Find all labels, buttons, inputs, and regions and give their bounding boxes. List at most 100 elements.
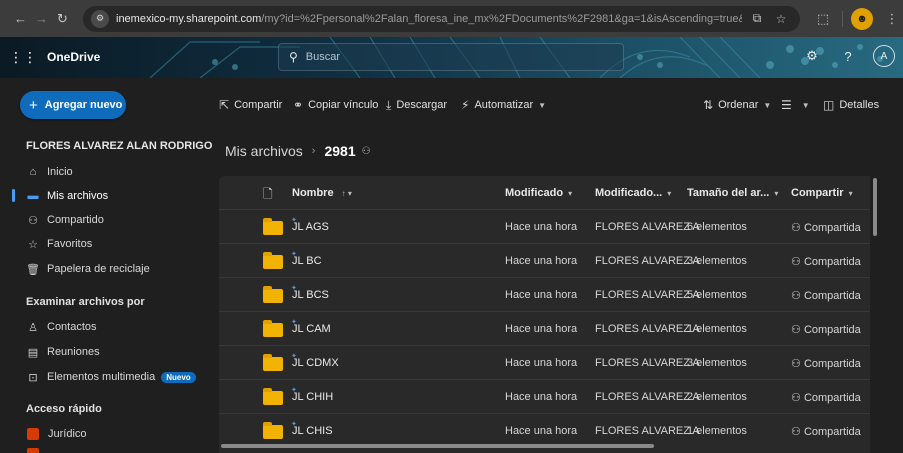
automate-icon: ⚡ (461, 98, 470, 112)
breadcrumb-root[interactable]: Mis archivos (225, 143, 303, 159)
install-app-icon[interactable]: ⧉ (748, 11, 766, 26)
extensions-icon[interactable]: ⬚ (812, 8, 834, 30)
site-info-icon[interactable]: ⚙ (91, 9, 109, 28)
chevron-down-icon: ▾ (667, 189, 672, 198)
reload-icon[interactable]: ↻ (52, 8, 73, 30)
shared-people-icon: ⚇ (361, 145, 371, 157)
column-header-modified-by[interactable]: Modificado... ▾ (595, 187, 671, 199)
left-navigation: + Agregar nuevo FLORES ALVAREZ ALAN RODR… (0, 78, 212, 453)
settings-gear-icon[interactable]: ⚙ (801, 45, 823, 67)
table-row[interactable]: ✦ JL BCS Hace una hora FLORES ALVAREZ A … (219, 278, 870, 312)
address-bar[interactable]: ⚙ inemexico-my.sharepoint.com/my?id=%2Fp… (83, 5, 800, 32)
size-cell: 1 elementos (687, 323, 747, 335)
forward-icon[interactable]: → (31, 8, 52, 30)
chevron-down-icon: ▼ (538, 100, 547, 110)
column-header-name[interactable]: Nombre ↑ ▾ (292, 187, 352, 199)
column-label: Modificado (505, 187, 564, 199)
size-cell: 5 elementos (687, 289, 747, 301)
file-name[interactable]: JL BC (292, 255, 322, 267)
modified-by-cell: FLORES ALVAREZ A (595, 255, 700, 267)
column-header-modified[interactable]: Modificado ▾ (505, 187, 572, 199)
shared-people-icon: ⚇ (791, 324, 801, 336)
meeting-icon: ▤ (27, 346, 39, 359)
vertical-scroll-thumb[interactable] (873, 178, 877, 236)
table-row[interactable]: ✦ JL BC Hace una hora FLORES ALVAREZ A 3… (219, 244, 870, 278)
brand-name[interactable]: OneDrive (47, 50, 100, 64)
table-row[interactable]: ✦ JL CDMX Hace una hora FLORES ALVAREZ A… (219, 346, 870, 380)
table-row[interactable]: ✦ JL AGS Hace una hora FLORES ALVAREZ A … (219, 210, 870, 244)
file-name[interactable]: JL CDMX (292, 357, 339, 369)
sharing-label: Compartida (803, 426, 861, 438)
search-box[interactable]: ⚲ (278, 43, 624, 71)
add-new-button[interactable]: + Agregar nuevo (20, 91, 126, 119)
sharing-cell: ⚇ Compartida (791, 255, 861, 268)
table-row[interactable]: ✦ JL CHIS Hace una hora FLORES ALVAREZ A… (219, 414, 870, 448)
section-browse-by: Examinar archivos por (26, 296, 145, 308)
browser-menu-icon[interactable]: ⋮ (881, 8, 903, 30)
chevron-down-icon: ▾ (568, 189, 573, 198)
file-name[interactable]: JL CAM (292, 323, 331, 335)
automate-button[interactable]: ⚡ Automatizar ▼ (461, 98, 546, 112)
details-pane-icon: ◫ (823, 98, 835, 112)
sidebar-item-label: Mis archivos (47, 190, 109, 202)
breadcrumb: Mis archivos › 2981 ⚇ (225, 143, 371, 159)
details-button[interactable]: ◫ Detalles (823, 98, 879, 112)
sidebar-item-contactos[interactable]: ♙ Contactos (26, 317, 96, 337)
copy-link-button[interactable]: ⚭ Copiar vínculo (293, 98, 378, 112)
sidebar-item-mis-archivos[interactable]: ▬ Mis archivos (26, 186, 109, 206)
modified-by-cell: FLORES ALVAREZ A (595, 221, 700, 233)
sort-button[interactable]: ⇅ Ordenar ▼ (703, 98, 771, 112)
account-name: FLORES ALVAREZ ALAN RODRIGO (26, 140, 213, 152)
people-icon: ⚇ (28, 214, 38, 227)
sidebar-item-multimedia[interactable]: ⊡ Elementos multimedia Nuevo (26, 367, 196, 387)
column-header-sharing[interactable]: Compartir ▾ (791, 187, 853, 199)
modified-cell: Hace una hora (505, 289, 578, 301)
share-label: Compartir (234, 99, 283, 111)
file-name[interactable]: JL AGS (292, 221, 329, 233)
sharing-label: Compartida (803, 256, 861, 268)
user-avatar[interactable]: A (873, 45, 895, 67)
download-button[interactable]: ⤓ Descargar (386, 98, 447, 112)
sidebar-item-label: Compartido (47, 214, 104, 226)
table-row[interactable]: ✦ JL CAM Hace una hora FLORES ALVAREZ A … (219, 312, 870, 346)
back-icon[interactable]: ← (10, 8, 31, 30)
folder-icon (263, 422, 283, 439)
view-options-button[interactable]: ☰ ▼ (781, 98, 810, 112)
folder-icon (263, 218, 283, 235)
sidebar-item-papelera[interactable]: 🗑︎ Papelera de reciclaje (26, 259, 150, 279)
sidebar-item-juridico[interactable]: Jurídico (26, 424, 87, 444)
sharing-label: Compartida (803, 358, 861, 370)
browser-toolbar: ← → ↻ ⚙ inemexico-my.sharepoint.com/my?i… (0, 0, 903, 37)
file-name[interactable]: JL CHIS (292, 425, 333, 437)
sharing-cell: ⚇ Compartida (791, 221, 861, 234)
sharing-cell: ⚇ Compartida (791, 425, 861, 438)
app-launcher-icon[interactable]: ⋮⋮ (9, 48, 37, 66)
command-bar: ⇱ Compartir ⚭ Copiar vínculo ⤓ Descargar… (205, 78, 903, 130)
table-row[interactable]: ✦ JL CHIH Hace una hora FLORES ALVAREZ A… (219, 380, 870, 414)
modified-cell: Hace una hora (505, 391, 578, 403)
link-icon: ⚭ (293, 98, 304, 112)
url-text[interactable]: inemexico-my.sharepoint.com/my?id=%2Fper… (116, 13, 742, 25)
bookmark-star-icon[interactable]: ☆ (772, 12, 790, 26)
help-icon[interactable]: ? (837, 45, 859, 67)
share-button[interactable]: ⇱ Compartir (219, 98, 282, 112)
sidebar-item-inicio[interactable]: ⌂ Inicio (26, 162, 73, 182)
search-input[interactable] (305, 51, 606, 63)
file-type-icon[interactable]: 🗋 (263, 185, 273, 206)
sidebar-item-favoritos[interactable]: ☆ Favoritos (26, 234, 92, 254)
sidebar-item-reuniones[interactable]: ▤ Reuniones (26, 342, 100, 362)
sort-ascending-icon: ↑ ▾ (341, 189, 352, 198)
chevron-right-icon: › (311, 145, 316, 157)
folder-icon (263, 320, 283, 337)
file-name[interactable]: JL CHIH (292, 391, 333, 403)
browser-profile-icon[interactable]: ☻ (851, 7, 873, 30)
sidebar-item-label: Elementos multimedia (47, 371, 156, 383)
column-header-size[interactable]: Tamaño del ar... ▾ (687, 187, 778, 199)
sidebar-item-label: Favoritos (47, 238, 93, 250)
column-label: Compartir (791, 187, 844, 199)
horizontal-scroll-thumb[interactable] (221, 444, 654, 448)
file-name[interactable]: JL BCS (292, 289, 329, 301)
sidebar-item-compartido[interactable]: ⚇ Compartido (26, 210, 104, 230)
modified-by-cell: FLORES ALVAREZ A (595, 391, 700, 403)
plus-icon: + (29, 96, 38, 114)
